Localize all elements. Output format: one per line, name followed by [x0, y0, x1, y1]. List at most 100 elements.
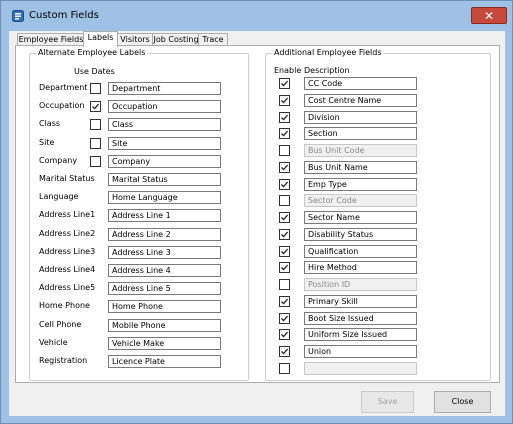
use-dates-checkbox[interactable]: [90, 119, 101, 130]
enable-checkbox[interactable]: [279, 279, 290, 290]
title-bar[interactable]: Custom Fields ✕: [1, 1, 512, 31]
field-description-input[interactable]: Boot Size Issued: [304, 312, 417, 325]
checkmark-icon: [281, 348, 289, 355]
tab-label: Visitors: [120, 35, 150, 44]
field-description-input[interactable]: Sector Code: [304, 194, 417, 207]
alternate-label-input[interactable]: Marital Status: [108, 173, 221, 186]
alternate-label-input[interactable]: Home Language: [108, 191, 221, 204]
use-dates-checkbox[interactable]: [90, 156, 101, 167]
alternate-label-input[interactable]: Vehicle Make: [108, 337, 221, 350]
tab-label: Labels: [87, 33, 114, 42]
field-description-input[interactable]: Position ID: [304, 278, 417, 291]
labels-tab-page: Alternate Employee Labels Use Dates Depa…: [15, 45, 500, 383]
alternate-labels-group: Alternate Employee Labels Use Dates Depa…: [29, 48, 249, 381]
use-dates-checkbox[interactable]: [90, 138, 101, 149]
enable-checkbox[interactable]: [279, 262, 290, 273]
alternate-label: Department: [39, 83, 88, 92]
field-description-input[interactable]: Uniform Size Issued: [304, 328, 417, 341]
alternate-label: Home Phone: [39, 301, 90, 310]
alternate-label-input[interactable]: Mobile Phone: [108, 319, 221, 332]
enable-header: Enable: [274, 66, 302, 75]
enable-checkbox[interactable]: [279, 313, 290, 324]
checkmark-icon: [281, 80, 289, 87]
enable-checkbox[interactable]: [279, 179, 290, 190]
alternate-label-input[interactable]: Address Line 1: [108, 209, 221, 222]
field-description-input[interactable]: Qualification: [304, 245, 417, 258]
field-description-input[interactable]: Emp Type: [304, 178, 417, 191]
close-window-button[interactable]: ✕: [471, 7, 507, 24]
alternate-label: Site: [39, 138, 55, 147]
field-description-input[interactable]: CC Code: [304, 77, 417, 90]
alternate-label: Address Line1: [39, 210, 96, 219]
alternate-label-input[interactable]: Address Line 2: [108, 228, 221, 241]
alternate-label-input[interactable]: Occupation: [108, 100, 221, 113]
alternate-label-input[interactable]: Licence Plate: [108, 355, 221, 368]
checkmark-icon: [281, 264, 289, 271]
enable-checkbox[interactable]: [279, 363, 290, 374]
alternate-label-input[interactable]: Site: [108, 137, 221, 150]
enable-checkbox[interactable]: [279, 229, 290, 240]
checkmark-icon: [281, 114, 289, 121]
checkmark-icon: [281, 315, 289, 322]
enable-checkbox[interactable]: [279, 162, 290, 173]
alternate-label-input[interactable]: Address Line 4: [108, 264, 221, 277]
checkmark-icon: [281, 248, 289, 255]
alternate-labels-title: Alternate Employee Labels: [36, 48, 148, 57]
alternate-label: Registration: [39, 356, 88, 365]
alternate-label: Company: [39, 156, 78, 165]
checkmark-icon: [281, 331, 289, 338]
enable-checkbox[interactable]: [279, 128, 290, 139]
field-description-input[interactable]: Cost Centre Name: [304, 94, 417, 107]
field-description-input[interactable]: Division: [304, 111, 417, 124]
checkmark-icon: [281, 130, 289, 137]
field-description-input[interactable]: Union: [304, 345, 417, 358]
additional-fields-title: Additional Employee Fields: [272, 48, 384, 57]
alternate-label-input[interactable]: Department: [108, 82, 221, 95]
alternate-label-input[interactable]: Class: [108, 118, 221, 131]
alternate-label: Address Line4: [39, 265, 96, 274]
save-label: Save: [377, 397, 398, 406]
save-button[interactable]: Save: [361, 391, 414, 413]
alternate-label-input[interactable]: Address Line 5: [108, 282, 221, 295]
enable-checkbox[interactable]: [279, 329, 290, 340]
enable-checkbox[interactable]: [279, 195, 290, 206]
field-description-input[interactable]: Sector Name: [304, 211, 417, 224]
description-header: Description: [304, 66, 350, 75]
alternate-label-input[interactable]: Address Line 3: [108, 246, 221, 259]
enable-checkbox[interactable]: [279, 246, 290, 257]
use-dates-header: Use Dates: [74, 67, 115, 76]
alternate-label: Cell Phone: [39, 320, 82, 329]
alternate-label: Address Line3: [39, 247, 96, 256]
checkmark-icon: [281, 164, 289, 171]
close-label: Close: [451, 397, 474, 406]
enable-checkbox[interactable]: [279, 95, 290, 106]
use-dates-checkbox[interactable]: [90, 83, 101, 94]
field-description-input[interactable]: [304, 362, 417, 375]
tab-labels[interactable]: Labels: [83, 31, 118, 47]
checkmark-icon: [281, 97, 289, 104]
alternate-label-input[interactable]: Company: [108, 155, 221, 168]
alternate-label-input[interactable]: Home Phone: [108, 300, 221, 313]
field-description-input[interactable]: Hire Method: [304, 261, 417, 274]
close-button[interactable]: Close: [434, 391, 491, 413]
checkmark-icon: [281, 298, 289, 305]
use-dates-checkbox[interactable]: [90, 101, 101, 112]
tab-label: Trace: [202, 35, 224, 44]
field-description-input[interactable]: Bus Unit Code: [304, 144, 417, 157]
enable-checkbox[interactable]: [279, 112, 290, 123]
enable-checkbox[interactable]: [279, 296, 290, 307]
field-description-input[interactable]: Bus Unit Name: [304, 161, 417, 174]
close-icon: ✕: [483, 9, 495, 23]
checkmark-icon: [281, 181, 289, 188]
checkmark-icon: [281, 231, 289, 238]
app-icon: [12, 10, 24, 22]
tab-label: Employee Fields: [18, 35, 84, 44]
enable-checkbox[interactable]: [279, 145, 290, 156]
enable-checkbox[interactable]: [279, 212, 290, 223]
field-description-input[interactable]: Disability Status: [304, 228, 417, 241]
field-description-input[interactable]: Section: [304, 127, 417, 140]
enable-checkbox[interactable]: [279, 346, 290, 357]
additional-fields-group: Additional Employee Fields Enable Descri…: [265, 48, 491, 381]
field-description-input[interactable]: Primary Skill: [304, 295, 417, 308]
enable-checkbox[interactable]: [279, 78, 290, 89]
